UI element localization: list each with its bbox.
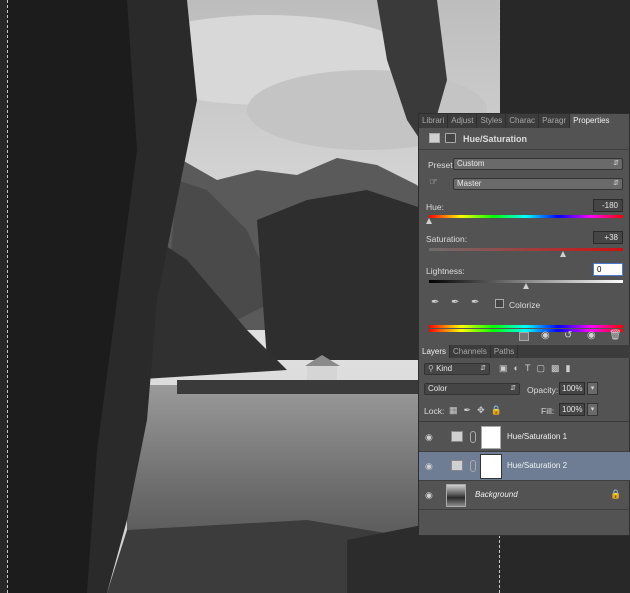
tab-libraries[interactable]: Librari bbox=[419, 114, 449, 128]
tab-paths[interactable]: Paths bbox=[491, 345, 519, 358]
channel-value: Master bbox=[457, 179, 482, 188]
saturation-label: Saturation: bbox=[426, 234, 468, 244]
saturation-slider-thumb[interactable] bbox=[559, 251, 566, 257]
lock-all-icon[interactable]: 🔒 bbox=[491, 405, 502, 416]
preset-dropdown[interactable]: Custom ⇵ bbox=[453, 158, 623, 170]
eye-icon[interactable]: ◉ bbox=[425, 490, 433, 501]
tab-styles[interactable]: Styles bbox=[477, 114, 507, 128]
search-icon: ⚲ bbox=[428, 364, 437, 373]
hue-value-field[interactable]: -180 bbox=[593, 199, 623, 212]
adjustment-layer-icon bbox=[429, 133, 440, 143]
properties-title: Hue/Saturation bbox=[463, 134, 528, 144]
layers-tabs: Layers Channels Paths bbox=[419, 345, 630, 358]
dropdown-arrow-icon: ⇵ bbox=[613, 160, 619, 167]
view-previous-icon[interactable]: ◉ bbox=[541, 330, 550, 341]
adjustment-layer-icon bbox=[451, 460, 463, 471]
range-spectrum-top bbox=[429, 325, 623, 328]
reset-icon[interactable]: ↺ bbox=[564, 330, 572, 341]
blend-mode-value: Color bbox=[428, 384, 448, 393]
eyedropper-plus-icon[interactable]: ✒ bbox=[451, 297, 459, 308]
adjustment-layer-icon bbox=[451, 431, 463, 442]
opacity-label: Opacity: bbox=[527, 385, 559, 395]
tab-channels[interactable]: Channels bbox=[450, 345, 491, 358]
eye-icon[interactable]: ◉ bbox=[587, 330, 596, 341]
lock-position-icon[interactable]: ✥ bbox=[477, 405, 485, 416]
preset-label: Preset: bbox=[428, 160, 455, 170]
filter-adjustment-icon[interactable]: ◐ bbox=[514, 363, 519, 373]
eyedropper-minus-icon[interactable]: ✒ bbox=[471, 297, 479, 308]
eyedropper-icon[interactable]: ✒ bbox=[431, 297, 439, 308]
filter-kind-value: Kind bbox=[436, 364, 453, 373]
lightness-value-field[interactable]: 0 bbox=[593, 263, 623, 276]
selection-edge-left bbox=[7, 0, 8, 593]
dropdown-arrow-icon: ⇵ bbox=[510, 385, 516, 392]
layer-filter-buttons: ▣ ◐ T ▢ ▩ ▮ bbox=[499, 363, 629, 374]
layers-divider bbox=[419, 421, 630, 422]
layer-mask-icon[interactable] bbox=[445, 133, 456, 143]
layer-name[interactable]: Hue/Saturation 1 bbox=[507, 432, 567, 441]
lightness-slider-thumb[interactable] bbox=[523, 283, 529, 289]
properties-footer: ◉ ↺ ◉ 🗑 bbox=[419, 330, 630, 344]
preset-value: Custom bbox=[457, 159, 485, 168]
layer-row[interactable]: ◉ Hue/Saturation 1 bbox=[419, 423, 630, 452]
filter-smart-object-icon[interactable]: ▩ bbox=[551, 363, 560, 374]
hand-tool-icon[interactable]: ☞ bbox=[429, 177, 438, 188]
lock-icon: 🔒 bbox=[610, 489, 622, 499]
fill-label: Fill: bbox=[541, 406, 555, 416]
layer-row[interactable]: ◉ Background 🔒 bbox=[419, 481, 630, 510]
fill-field[interactable]: 100% bbox=[559, 403, 585, 416]
clip-to-layer-icon[interactable] bbox=[519, 332, 529, 341]
tab-character[interactable]: Charac bbox=[506, 114, 540, 128]
tab-adjustments[interactable]: Adjust bbox=[448, 114, 478, 128]
saturation-bar bbox=[429, 248, 623, 251]
opacity-slider-arrow-icon[interactable]: ▾ bbox=[587, 382, 598, 395]
layer-row-selected[interactable]: ◉ Hue/Saturation 2 bbox=[419, 452, 630, 481]
hue-label: Hue: bbox=[426, 202, 444, 212]
saturation-value-field[interactable]: +38 bbox=[593, 231, 623, 244]
layer-image-thumbnail[interactable] bbox=[446, 484, 466, 507]
layer-name[interactable]: Hue/Saturation 2 bbox=[507, 461, 567, 470]
dropdown-arrow-icon: ⇵ bbox=[480, 365, 486, 372]
colorize-checkbox[interactable] bbox=[495, 299, 504, 308]
tab-layers[interactable]: Layers bbox=[419, 345, 451, 358]
eye-icon[interactable]: ◉ bbox=[425, 432, 433, 443]
layer-mask-thumbnail[interactable] bbox=[481, 426, 501, 449]
eye-icon[interactable]: ◉ bbox=[425, 461, 433, 472]
layer-mask-thumbnail[interactable] bbox=[480, 454, 502, 479]
tab-paragraph[interactable]: Paragr bbox=[539, 114, 571, 128]
dropdown-arrow-icon: ⇵ bbox=[613, 180, 619, 187]
filter-kind-dropdown[interactable]: ⚲ Kind ⇵ bbox=[424, 363, 490, 375]
trash-icon[interactable]: 🗑 bbox=[609, 330, 622, 341]
panel-tabs: Librari Adjust Styles Charac Paragr Prop… bbox=[419, 114, 630, 128]
layer-name[interactable]: Background bbox=[475, 490, 518, 499]
filter-pixel-icon[interactable]: ▣ bbox=[499, 363, 508, 374]
fill-slider-arrow-icon[interactable]: ▾ bbox=[587, 403, 598, 416]
lock-transparent-icon[interactable]: ▦ bbox=[449, 405, 458, 416]
properties-layers-panel: Librari Adjust Styles Charac Paragr Prop… bbox=[418, 113, 630, 536]
channel-dropdown[interactable]: Master ⇵ bbox=[453, 178, 623, 190]
blend-mode-dropdown[interactable]: Color ⇵ bbox=[424, 383, 520, 395]
opacity-field[interactable]: 100% bbox=[559, 382, 585, 395]
lock-label: Lock: bbox=[424, 406, 445, 416]
hue-slider-thumb[interactable] bbox=[426, 218, 432, 224]
lock-buttons: ▦ ✒ ✥ 🔒 bbox=[449, 405, 529, 416]
hue-spectrum-bar bbox=[429, 215, 623, 218]
properties-header: Hue/Saturation bbox=[419, 128, 630, 150]
tab-properties[interactable]: Properties bbox=[570, 114, 630, 128]
filter-toggle-icon[interactable]: ▮ bbox=[565, 363, 570, 374]
chain-icon[interactable] bbox=[470, 460, 476, 472]
filter-shape-icon[interactable]: ▢ bbox=[536, 363, 545, 374]
filter-type-icon[interactable]: T bbox=[525, 363, 531, 373]
colorize-label: Colorize bbox=[509, 300, 541, 310]
chain-icon[interactable] bbox=[470, 431, 476, 443]
lightness-label: Lightness: bbox=[426, 266, 465, 276]
lock-image-icon[interactable]: ✒ bbox=[464, 405, 472, 416]
